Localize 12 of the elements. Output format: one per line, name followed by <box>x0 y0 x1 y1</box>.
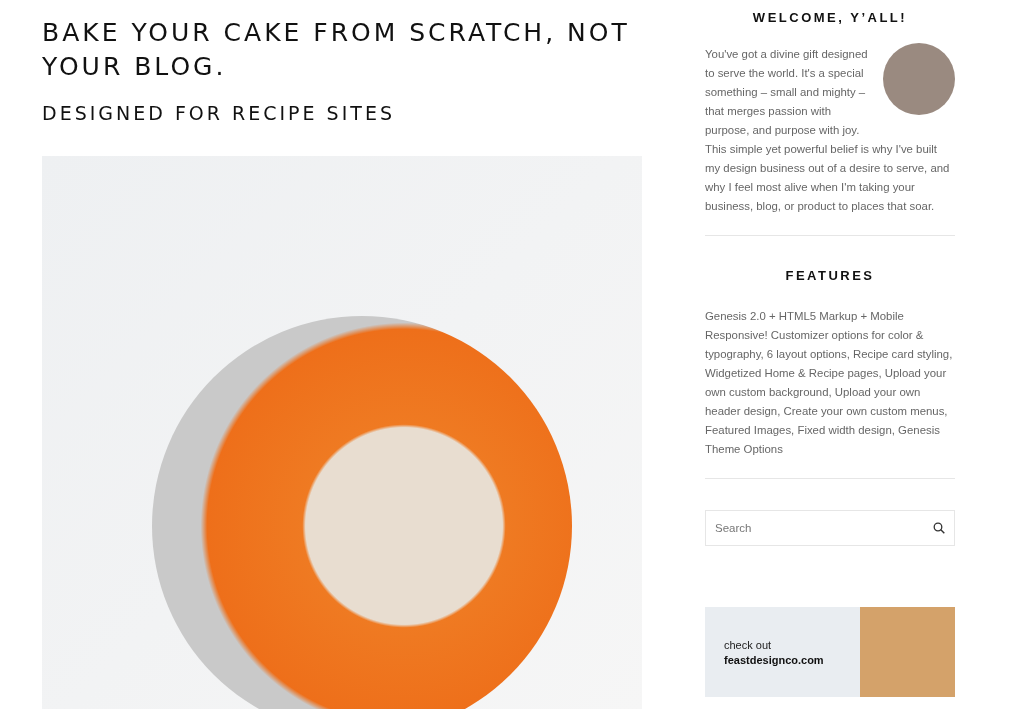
widget-heading: FEATURES <box>784 268 876 283</box>
ad-banner[interactable]: check out feastdesignco.com <box>705 607 955 697</box>
page-subtitle: DESIGNED FOR RECIPE SITES <box>42 102 396 124</box>
welcome-text: You've got a divine gift designed to serve the world. It's a special something – small and mighty – that merges passion with purpose, and purpose with joy. <box>705 47 869 138</box>
banner-text: check out <box>724 639 773 651</box>
banner-link-text: feastdesignco.com <box>724 654 825 666</box>
search-icon[interactable] <box>933 522 945 534</box>
page-title: BAKE YOUR CAKE FROM SCRATCH, NOT YOUR BLOG. <box>42 17 631 83</box>
search-field[interactable]: Search <box>705 510 955 546</box>
widget-heading: WELCOME, Y’ALL! <box>751 10 909 25</box>
features-text: Genesis 2.0 + HTML5 Markup + Mobile Responsive! Customizer options for color & typography, 6 layout options, Recipe card styling, Widgetized Home & Recipe pages, Upload your own custom background, Upload your own header design, Create your own custom menus, Featured Images, Fixed width design, Genesis Theme Options <box>705 309 954 457</box>
welcome-text: This simple yet powerful belief is why I've built my design business out of a desire to serve, and why I feel most alive when I'm taking your business, blog, or product to places that soar. <box>705 142 951 214</box>
